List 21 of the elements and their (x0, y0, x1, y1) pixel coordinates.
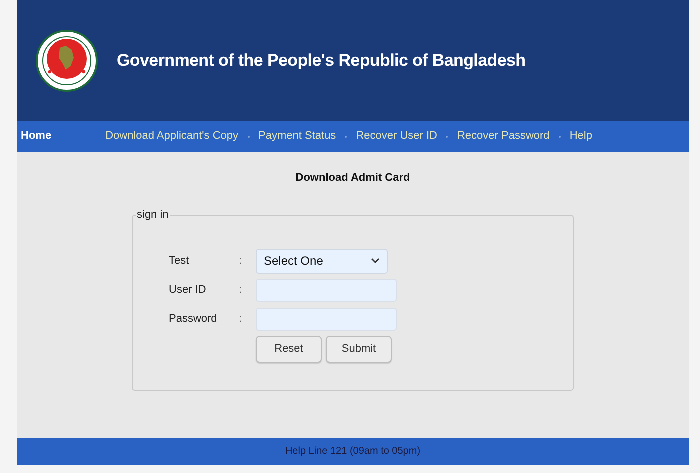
nav-link[interactable]: Recover Password (457, 128, 550, 145)
chevron-down-icon (371, 258, 380, 264)
panel-legend: sign in (136, 208, 170, 222)
label-colon: : (239, 312, 244, 327)
site-title: Government of the People's Republic of Bangladesh (117, 50, 526, 72)
emblem-icon (36, 30, 98, 92)
label-colon: : (239, 254, 244, 269)
nav-link[interactable]: Home (21, 128, 52, 145)
nav-link[interactable]: Payment Status (258, 128, 336, 145)
nav-link[interactable]: Download Applicant's Copy (106, 128, 239, 145)
nav-link[interactable]: Help (570, 128, 592, 145)
nav-link[interactable]: Recover User ID (356, 128, 438, 145)
field-label: Password (169, 312, 218, 327)
test-dropdown[interactable]: Select One (256, 248, 388, 274)
field-label: Test (169, 254, 190, 269)
submit-button[interactable]: Submit (326, 336, 392, 362)
footer-bar: Help Line 121 (09am to 05pm) (17, 438, 689, 465)
reset-button[interactable]: Reset (256, 336, 322, 362)
label-colon: : (239, 282, 244, 298)
page-title: Download Admit Card (296, 171, 410, 186)
field-label: User ID (169, 282, 208, 298)
